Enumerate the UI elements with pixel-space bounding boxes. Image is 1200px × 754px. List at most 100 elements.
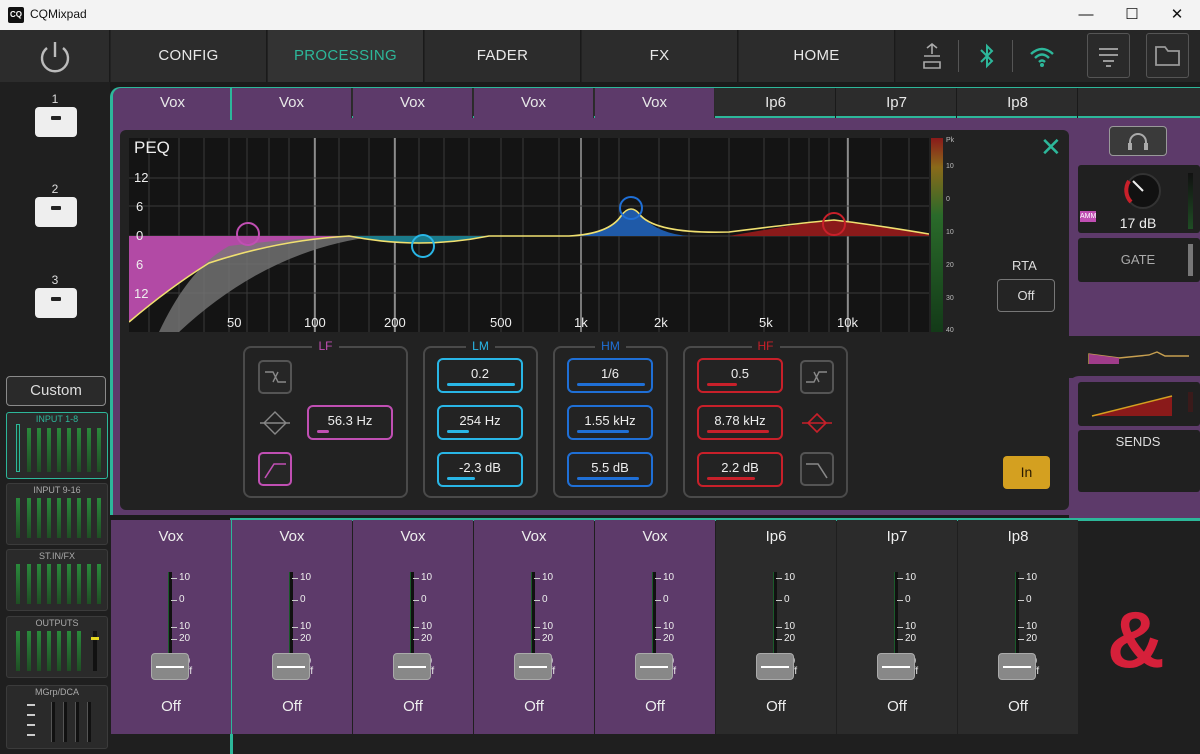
fader-knob[interactable]	[393, 653, 431, 680]
gain-card[interactable]: AMM 17 dB	[1078, 165, 1200, 233]
lf-band-group: LF 56.3 Hz	[243, 339, 408, 498]
headphone-button[interactable]	[1109, 126, 1167, 156]
tab-channel-4[interactable]: Vox	[474, 88, 594, 118]
hf-q-field[interactable]: 0.5	[697, 358, 783, 393]
hf-gain-field[interactable]: 2.2 dB	[697, 452, 783, 487]
fader-scale-label: 10	[654, 621, 675, 632]
nav-home[interactable]: HOME	[739, 30, 895, 82]
meter-label: 10	[946, 163, 954, 170]
fader-scale-label: 10	[291, 572, 312, 583]
channel-strip: Vox100102040OffOff	[353, 520, 473, 734]
tab-channel-1[interactable]: Vox	[113, 88, 232, 118]
group-st-in-fx[interactable]: ST.IN/FX	[6, 549, 108, 611]
hf-band-group: HF 0.5 8.78 kHz 2.2 dB	[683, 339, 848, 498]
lm-frequency-field[interactable]: 254 Hz	[437, 405, 523, 440]
hm-fill	[569, 209, 689, 236]
lm-q-field[interactable]: 0.2	[437, 358, 523, 393]
menu-button[interactable]	[1087, 33, 1130, 78]
group-outputs[interactable]: OUTPUTS	[6, 616, 108, 678]
tab-channel-7[interactable]: Ip7	[837, 88, 957, 118]
hm-band-label: HM	[595, 339, 626, 353]
app-icon: CQ	[8, 7, 24, 23]
tab-channel-6[interactable]: Ip6	[716, 88, 836, 118]
x-label: 50	[227, 315, 242, 330]
eq-thumbnail[interactable]	[1069, 336, 1200, 378]
fader-knob[interactable]	[272, 653, 310, 680]
lf-frequency-field[interactable]: 56.3 Hz	[307, 405, 393, 440]
eq-graph[interactable]	[128, 138, 930, 332]
fader-scale-label: 0	[1018, 594, 1032, 605]
hf-band-label: HF	[751, 339, 780, 353]
compressor-card[interactable]	[1078, 382, 1200, 426]
high-pass-icon	[264, 463, 286, 479]
tab-channel-5[interactable]: Vox	[595, 88, 715, 118]
close-peq-icon[interactable]: ✕	[1040, 134, 1062, 160]
group-input-1-8[interactable]: INPUT 1-8	[6, 412, 108, 479]
maximize-button[interactable]: ☐	[1109, 0, 1155, 30]
high-shelf-icon	[806, 371, 827, 383]
folder-button[interactable]	[1146, 33, 1189, 78]
meter-label: 40	[946, 327, 954, 334]
power-button[interactable]	[0, 30, 110, 82]
fader-scale-label: 10	[412, 621, 433, 632]
tab-channel-3[interactable]: Vox	[353, 88, 473, 118]
title-bar: CQ CQMixpad — ☐ ✕	[0, 0, 1200, 30]
fader-knob[interactable]	[151, 653, 189, 680]
fader-knob[interactable]	[514, 653, 552, 680]
lf-hpf-button[interactable]	[258, 452, 292, 486]
lm-gain-field[interactable]: -2.3 dB	[437, 452, 523, 487]
hf-lpf-button[interactable]	[800, 452, 834, 486]
fader-scale-label: 20	[291, 633, 312, 644]
fader-value: Off	[887, 698, 907, 715]
channel-2-select[interactable]	[35, 197, 77, 227]
fader-knob[interactable]	[756, 653, 794, 680]
main-nav: CONFIG PROCESSING FADER FX HOME	[0, 30, 1200, 82]
channel-1-select[interactable]	[35, 107, 77, 137]
status-divider	[958, 40, 959, 72]
eq-in-button[interactable]: In	[1003, 456, 1050, 489]
channel-3-select[interactable]	[35, 288, 77, 318]
hf-bell-button[interactable]	[800, 406, 834, 440]
gain-knob-icon[interactable]	[1120, 169, 1166, 213]
strip-name: Ip8	[1007, 528, 1029, 545]
fader-knob[interactable]	[635, 653, 673, 680]
hf-frequency-field[interactable]: 8.78 kHz	[697, 405, 783, 440]
fader-scale-label: 0	[655, 594, 669, 605]
hm-frequency-field[interactable]: 1.55 kHz	[567, 405, 653, 440]
hf-shelf-button[interactable]	[800, 360, 834, 394]
lf-band-label: LF	[312, 339, 339, 353]
fader-knob[interactable]	[998, 653, 1036, 680]
group-mgrp-dca[interactable]: MGrp/DCA	[6, 685, 108, 749]
low-shelf-icon	[265, 371, 286, 383]
strip-name: Vox	[400, 528, 426, 545]
nav-processing[interactable]: PROCESSING	[268, 30, 424, 82]
tab-channel-2[interactable]: Vox	[232, 88, 352, 118]
nav-fader[interactable]: FADER	[425, 30, 581, 82]
lf-shelf-button[interactable]	[258, 360, 292, 394]
nav-fx[interactable]: FX	[582, 30, 738, 82]
channel-2-number: 2	[51, 182, 59, 196]
channel-strip: Vox100102040OffOff	[474, 520, 594, 734]
hm-q-field[interactable]: 1/6	[567, 358, 653, 393]
hm-gain-field[interactable]: 5.5 dB	[567, 452, 653, 487]
lf-bell-button[interactable]	[258, 406, 292, 440]
custom-button[interactable]: Custom	[6, 376, 106, 406]
strip-name: Vox	[279, 528, 305, 545]
brand-logo: &	[1107, 595, 1165, 684]
strip-name: Ip7	[886, 528, 908, 545]
gate-card[interactable]: GATE	[1078, 238, 1200, 282]
strip-name: Ip6	[765, 528, 787, 545]
group-input-9-16[interactable]: INPUT 9-16	[6, 483, 108, 545]
fader-knob[interactable]	[877, 653, 915, 680]
sends-card[interactable]: SENDS	[1078, 430, 1200, 492]
nav-config[interactable]: CONFIG	[111, 30, 267, 82]
fader-scale-label: 20	[775, 633, 796, 644]
fader-value: Off	[161, 698, 181, 715]
output-meter	[931, 138, 943, 332]
rta-toggle[interactable]: Off	[997, 279, 1055, 312]
fader-scale-label: 10	[170, 572, 191, 583]
fader-scale-label: 20	[896, 633, 917, 644]
minimize-button[interactable]: —	[1063, 0, 1109, 30]
tab-channel-8[interactable]: Ip8	[958, 88, 1078, 118]
close-window-button[interactable]: ✕	[1154, 0, 1200, 30]
